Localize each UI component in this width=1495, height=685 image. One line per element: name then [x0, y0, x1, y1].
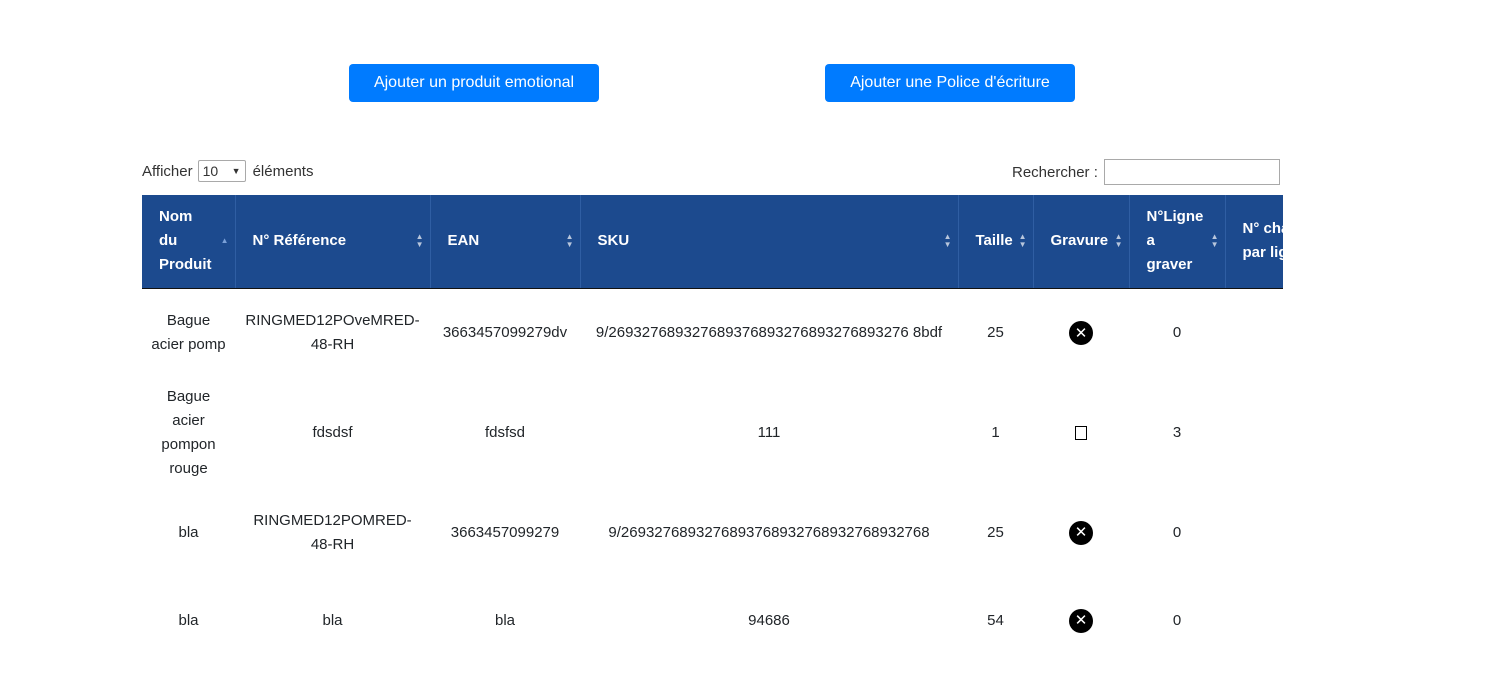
search-input[interactable]: [1103, 159, 1280, 185]
cell-taille: 54: [987, 611, 1004, 629]
products-table-container: Nom du Produit ▲ N° Référence ▲ ▼ EAN ▲ ▼ …: [142, 195, 1283, 685]
cell-gravure: ✕: [1033, 288, 1129, 378]
cell-sku: 111: [757, 424, 781, 441]
search-control: Rechercher :: [1012, 159, 1280, 185]
chevron-down-icon: ▼: [231, 166, 241, 176]
cell-ean: fdsfsd: [484, 424, 526, 441]
table-row: Bague acier pomp RINGMED12POveMRED-48-RH…: [142, 288, 1283, 378]
column-header-sku[interactable]: SKU ▲ ▼: [580, 195, 959, 289]
products-table: Nom du Produit ▲ N° Référence ▲ ▼ EAN ▲ ▼ …: [142, 195, 1283, 665]
cell-gravure: ✕: [1033, 577, 1129, 665]
column-header-reference[interactable]: N° Référence ▲ ▼: [235, 195, 431, 289]
column-header-chars[interactable]: N° charactères par ligne ▲▼: [1225, 195, 1283, 289]
length-prefix-label: Afficher: [142, 162, 193, 180]
sort-icon: ▲ ▼: [943, 232, 952, 250]
page-length-value: 10: [202, 163, 219, 179]
x-circle-icon: ✕: [1069, 321, 1093, 346]
table-row: bla bla bla 94686 54 ✕ 0 0: [142, 577, 1283, 665]
sort-icon: ▲ ▼: [1018, 232, 1027, 250]
cell-gravure: [1033, 378, 1129, 489]
cell-chars: 0: [1225, 489, 1283, 577]
cell-chars: 0: [1225, 288, 1283, 378]
column-header-lignes[interactable]: N°Ligne a graver ▲ ▼: [1129, 195, 1226, 289]
column-header-nom[interactable]: Nom du Produit ▲: [142, 195, 236, 289]
cell-taille: 25: [987, 324, 1004, 341]
cell-reference: RINGMED12POveMRED-48-RH: [245, 312, 420, 353]
cell-taille: 25: [987, 523, 1004, 541]
table-row: Bague acier pompon rouge fdsdsf fdsfsd 1…: [142, 378, 1283, 489]
cell-nom: Bague acier pomp: [151, 312, 226, 353]
table-header-row: Nom du Produit ▲ N° Référence ▲ ▼ EAN ▲ ▼ …: [142, 195, 1283, 289]
cell-lignes: 0: [1172, 523, 1182, 541]
cell-gravure: ✕: [1033, 489, 1129, 577]
cell-nom: bla: [178, 611, 199, 629]
page-length-select[interactable]: 10 ▼: [197, 160, 246, 182]
cell-sku: 9/269327689327689376893276893276893276 8…: [595, 324, 943, 341]
cell-taille: 1: [991, 424, 1000, 441]
cell-chars: 10: [1225, 378, 1283, 489]
table-row: bla RINGMED12POMRED-48-RH 3663457099279 …: [142, 489, 1283, 577]
x-circle-icon: ✕: [1069, 520, 1093, 545]
x-circle-icon: ✕: [1069, 608, 1093, 633]
cell-reference: fdsdsf: [312, 424, 353, 441]
cell-ean: bla: [494, 611, 516, 629]
sort-icon: ▲ ▼: [1114, 232, 1123, 250]
column-header-ean[interactable]: EAN ▲ ▼: [430, 195, 581, 289]
sort-asc-icon: ▲: [220, 236, 229, 246]
search-label: Rechercher :: [1012, 163, 1098, 181]
column-header-gravure[interactable]: Gravure ▲ ▼: [1033, 195, 1130, 289]
cell-lignes: 0: [1172, 324, 1182, 341]
add-font-button[interactable]: Ajouter une Police d'écriture: [825, 64, 1075, 102]
cell-ean: 3663457099279: [450, 523, 560, 541]
cell-reference: RINGMED12POMRED-48-RH: [253, 511, 412, 553]
cell-lignes: 0: [1172, 611, 1182, 629]
sort-icon: ▲ ▼: [565, 232, 574, 250]
cell-lignes: 3: [1172, 424, 1182, 441]
cell-nom: Bague acier pompon rouge: [161, 388, 216, 477]
cell-nom: bla: [178, 523, 199, 541]
page-length-control: Afficher 10 ▼ éléments: [142, 160, 313, 182]
cell-sku: 9/2693276893276893768932768932768932768: [608, 523, 930, 541]
sort-icon: ▲ ▼: [415, 232, 424, 250]
cell-ean: 3663457099279dv: [442, 324, 568, 341]
sort-icon: ▲ ▼: [1210, 232, 1219, 250]
checkbox-empty-icon: [1075, 426, 1087, 441]
length-suffix-label: éléments: [252, 162, 314, 180]
cell-chars: 0: [1225, 577, 1283, 665]
column-header-taille[interactable]: Taille ▲ ▼: [958, 195, 1034, 289]
cell-reference: bla: [322, 611, 343, 629]
add-emotional-product-button[interactable]: Ajouter un produit emotional: [349, 64, 599, 102]
cell-sku: 94686: [748, 611, 790, 629]
